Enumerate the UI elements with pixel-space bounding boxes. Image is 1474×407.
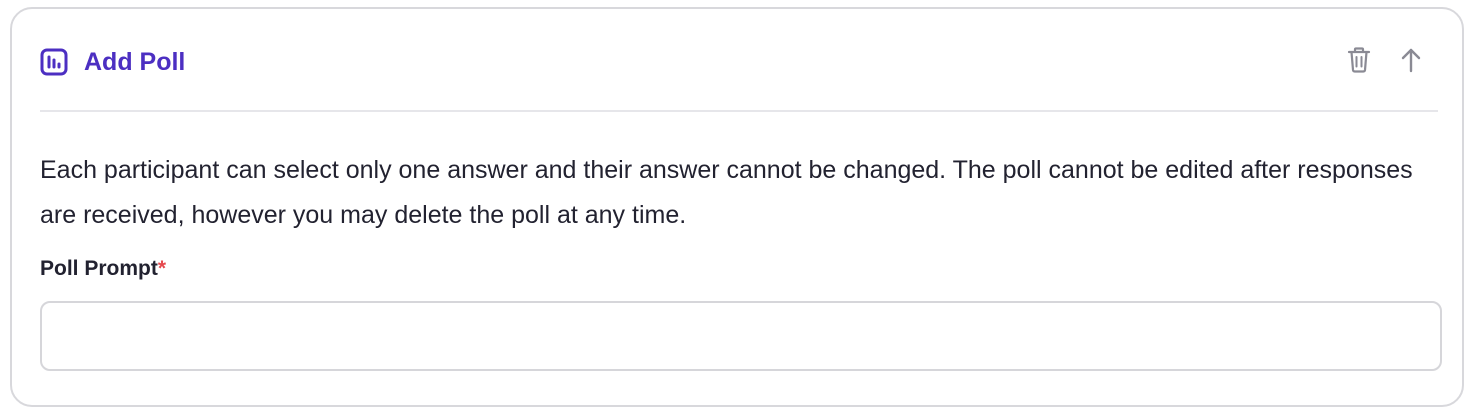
add-poll-card: Add Poll Each participant can select onl… xyxy=(10,7,1464,407)
poll-chart-icon xyxy=(40,48,68,76)
required-asterisk: * xyxy=(157,257,167,280)
title-group: Add Poll xyxy=(40,46,185,78)
card-title: Add Poll xyxy=(84,48,186,76)
delete-poll-button[interactable] xyxy=(1344,45,1374,75)
poll-description: Each participant can select only one ans… xyxy=(40,156,1413,229)
arrow-up-icon xyxy=(1401,48,1421,73)
card-header: Add Poll xyxy=(40,9,1438,112)
move-up-button[interactable] xyxy=(1396,45,1426,75)
header-actions xyxy=(1344,45,1426,75)
poll-prompt-label: Poll Prompt* xyxy=(40,255,166,283)
poll-prompt-input[interactable] xyxy=(40,301,1442,371)
poll-prompt-label-text: Poll Prompt xyxy=(40,257,158,280)
trash-icon xyxy=(1347,47,1371,73)
